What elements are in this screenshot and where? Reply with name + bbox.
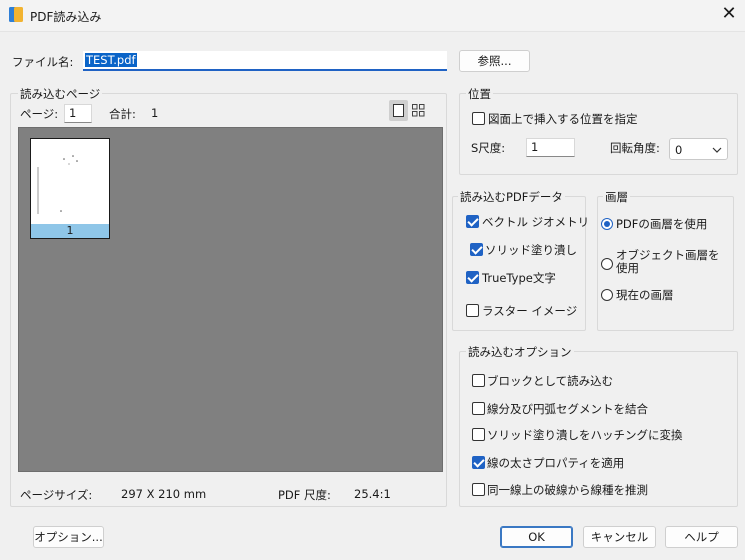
raster-image-checkbox[interactable]	[466, 304, 479, 317]
title-bar	[0, 0, 745, 32]
ok-button[interactable]: OK	[500, 526, 573, 548]
raster-image-label: ラスター イメージ	[482, 304, 578, 318]
rotation-select[interactable]: 0	[669, 138, 728, 160]
pdf-data-group-legend: 読み込むPDFデータ	[458, 189, 565, 205]
file-name-value: TEST.pdf	[85, 53, 137, 67]
truetype-text-checkbox[interactable]	[466, 271, 479, 284]
use-object-layer-radio[interactable]	[601, 258, 613, 270]
page-label: ページ:	[20, 107, 59, 121]
pdf-import-app-icon	[9, 7, 23, 22]
cancel-button[interactable]: キャンセル	[583, 526, 656, 548]
pdf-scale-label: PDF 尺度:	[278, 488, 331, 502]
truetype-text-label: TrueType文字	[482, 271, 556, 285]
use-pdf-layers-label: PDFの画層を使用	[616, 217, 708, 231]
current-layer-label: 現在の画層	[616, 288, 674, 302]
solid-fill-label: ソリッド塗り潰し	[485, 243, 577, 257]
convert-fill-to-hatch-checkbox[interactable]	[472, 428, 485, 441]
help-button[interactable]: ヘルプ	[665, 526, 738, 548]
window-title: PDF読み込み	[30, 10, 102, 24]
pages-group-legend: 読み込むページ	[18, 86, 103, 102]
browse-button[interactable]: 参照...	[459, 50, 530, 72]
layer-group-legend: 画層	[603, 189, 630, 205]
convert-fill-to-hatch-label: ソリッド塗り潰しをハッチングに変換	[487, 428, 683, 442]
infer-linetype-checkbox[interactable]	[472, 483, 485, 496]
close-icon[interactable]: ✕	[720, 5, 738, 23]
position-group	[459, 93, 738, 175]
single-page-view-icon[interactable]	[389, 100, 408, 121]
apply-lineweight-checkbox[interactable]	[472, 456, 485, 469]
page-thumbnail-content	[37, 155, 78, 214]
specify-position-label: 図面上で挿入する位置を指定	[488, 112, 638, 126]
use-pdf-layers-radio[interactable]	[601, 218, 613, 230]
rotation-value: 0	[675, 143, 683, 157]
import-options-group-legend: 読み込むオプション	[466, 344, 574, 360]
page-input[interactable]: 1	[64, 104, 92, 123]
scale-label: S尺度:	[471, 141, 506, 155]
infer-linetype-label: 同一線上の破線から線種を推測	[487, 483, 648, 497]
rotation-label: 回転角度:	[610, 141, 660, 155]
position-group-legend: 位置	[466, 86, 493, 102]
scale-input[interactable]: 1	[526, 138, 575, 157]
join-segments-checkbox[interactable]	[472, 402, 485, 415]
page-thumbnail-number: 1	[31, 224, 109, 238]
pdf-scale-value: 25.4:1	[354, 487, 391, 501]
vector-geometry-label: ベクトル ジオメトリ	[482, 215, 590, 229]
total-value: 1	[151, 106, 159, 120]
options-button[interactable]: オプション...	[33, 526, 104, 548]
total-label: 合計:	[109, 107, 136, 121]
solid-fill-checkbox[interactable]	[470, 243, 483, 256]
apply-lineweight-label: 線の太さプロパティを適用	[487, 456, 625, 470]
thumbnail-grid-view-icon[interactable]	[409, 100, 428, 121]
file-name-input[interactable]: TEST.pdf	[83, 51, 447, 71]
file-name-label: ファイル名:	[12, 55, 74, 69]
current-layer-radio[interactable]	[601, 289, 613, 301]
page-thumbnail[interactable]: 1	[30, 138, 110, 239]
page-size-value: 297 X 210 mm	[121, 487, 207, 501]
vector-geometry-checkbox[interactable]	[466, 215, 479, 228]
chevron-down-icon	[712, 147, 722, 153]
specify-position-checkbox[interactable]	[472, 112, 485, 125]
import-as-block-label: ブロックとして読み込む	[487, 374, 614, 388]
import-as-block-checkbox[interactable]	[472, 374, 485, 387]
join-segments-label: 線分及び円弧セグメントを結合	[487, 402, 648, 416]
page-size-label: ページサイズ:	[20, 488, 93, 502]
use-object-layer-label: オブジェクト画層を使用	[616, 248, 720, 275]
